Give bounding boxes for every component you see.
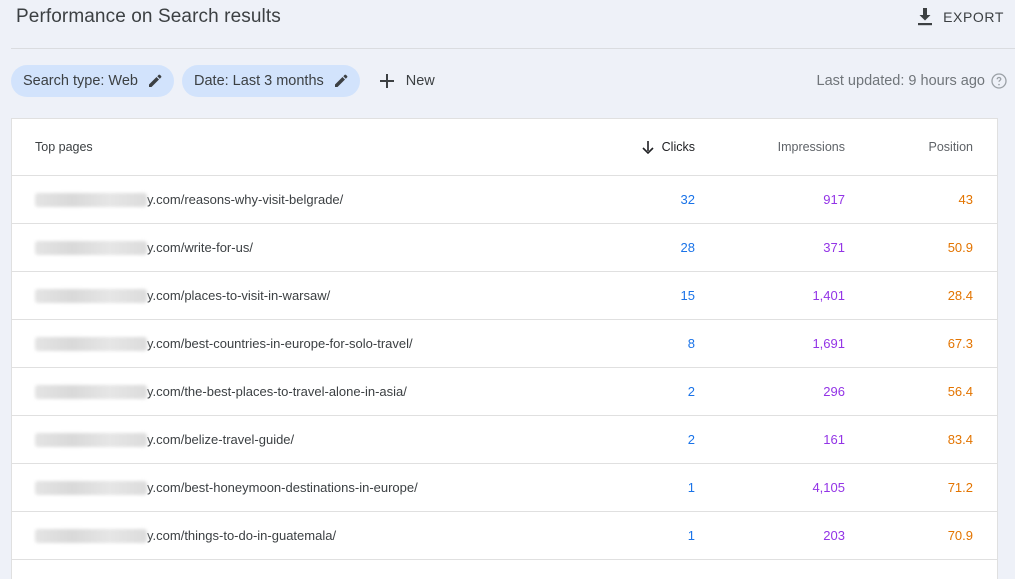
impressions-cell: 296 [823, 384, 845, 399]
filter-bar: Search type: Web Date: Last 3 months New [11, 65, 435, 97]
page-url-cell: y.com/places-to-visit-in-warsaw/ [35, 272, 595, 319]
header-divider [11, 48, 1015, 49]
column-header-top-pages[interactable]: Top pages [35, 119, 595, 175]
impressions-cell: 161 [823, 432, 845, 447]
position-cell: 70.9 [947, 528, 973, 543]
table-row[interactable]: y.com/reasons-why-visit-belgrade/ 32 917… [12, 176, 997, 224]
clicks-cell: 2 [687, 384, 695, 399]
sort-arrow-down-icon [642, 140, 654, 154]
impressions-cell: 1,691 [812, 336, 845, 351]
page-url-cell: y.com/best-honeymoon-destinations-in-eur… [35, 464, 595, 511]
help-icon[interactable] [991, 73, 1007, 89]
page-url-cell: y.com/reasons-why-visit-belgrade/ [35, 176, 595, 223]
table-row[interactable]: y.com/best-honeymoon-destinations-in-eur… [12, 464, 997, 512]
last-updated-info: Last updated: 9 hours ago [817, 73, 1008, 89]
position-cell: 71.2 [947, 480, 973, 495]
column-header-position[interactable]: Position [929, 119, 973, 175]
position-cell: 56.4 [947, 384, 973, 399]
table-row[interactable]: y.com/places-to-visit-in-warsaw/ 15 1,40… [12, 272, 997, 320]
edit-pencil-icon [334, 74, 348, 88]
impressions-cell: 4,105 [812, 480, 845, 495]
impressions-cell: 1,401 [812, 288, 845, 303]
page-url-cell: y.com/things-to-do-in-guatemala/ [35, 512, 595, 559]
redacted-domain [35, 336, 147, 351]
export-label: EXPORT [943, 9, 1004, 25]
top-pages-table: Top pages Clicks Impressions Position y.… [11, 118, 998, 579]
page-title: Performance on Search results [16, 6, 281, 27]
table-row[interactable]: y.com/the-best-places-to-travel-alone-in… [12, 368, 997, 416]
filter-chip-date[interactable]: Date: Last 3 months [182, 65, 360, 97]
clicks-cell: 1 [687, 528, 695, 543]
last-updated-text: Last updated: 9 hours ago [816, 73, 986, 89]
chip-label: Date: Last 3 months [194, 73, 324, 89]
table-row[interactable]: y.com/write-for-us/ 28 371 50.9 [12, 224, 997, 272]
position-cell: 83.4 [947, 432, 973, 447]
clicks-cell: 15 [680, 288, 695, 303]
impressions-cell: 917 [823, 192, 845, 207]
position-cell: 43 [958, 192, 973, 207]
export-button[interactable]: EXPORT [917, 6, 1004, 28]
new-filter-label: New [405, 73, 435, 89]
redacted-domain [35, 192, 147, 207]
edit-pencil-icon [148, 74, 162, 88]
position-cell: 50.9 [947, 240, 973, 255]
chip-label: Search type: Web [23, 73, 138, 89]
download-icon [917, 8, 933, 26]
redacted-domain [35, 432, 147, 447]
redacted-domain [35, 528, 147, 543]
position-cell: 28.4 [947, 288, 973, 303]
page-header: Performance on Search results EXPORT [0, 0, 1015, 48]
clicks-header-label: Clicks [661, 140, 695, 154]
filter-chip-search-type[interactable]: Search type: Web [11, 65, 174, 97]
redacted-domain [35, 384, 147, 399]
clicks-cell: 32 [680, 192, 695, 207]
redacted-domain [35, 288, 147, 303]
impressions-cell: 203 [823, 528, 845, 543]
table-row[interactable]: y.com/best-countries-in-europe-for-solo-… [12, 320, 997, 368]
redacted-domain [35, 240, 147, 255]
plus-icon [379, 74, 394, 88]
clicks-cell: 28 [680, 240, 695, 255]
clicks-cell: 8 [687, 336, 695, 351]
page-url-cell: y.com/the-best-places-to-travel-alone-in… [35, 368, 595, 415]
column-header-clicks[interactable]: Clicks [642, 119, 695, 175]
impressions-cell: 371 [823, 240, 845, 255]
page-url-cell: y.com/write-for-us/ [35, 224, 595, 271]
new-filter-button[interactable]: New [379, 73, 435, 89]
table-header-row: Top pages Clicks Impressions Position [12, 119, 997, 176]
clicks-cell: 1 [687, 480, 695, 495]
position-cell: 67.3 [947, 336, 973, 351]
page-url-cell: y.com/best-countries-in-europe-for-solo-… [35, 320, 595, 367]
column-header-impressions[interactable]: Impressions [778, 119, 845, 175]
page-url-cell: y.com/belize-travel-guide/ [35, 416, 595, 463]
table-row[interactable]: y.com/belize-travel-guide/ 2 161 83.4 [12, 416, 997, 464]
clicks-cell: 2 [687, 432, 695, 447]
redacted-domain [35, 480, 147, 495]
table-row[interactable]: y.com/things-to-do-in-guatemala/ 1 203 7… [12, 512, 997, 560]
